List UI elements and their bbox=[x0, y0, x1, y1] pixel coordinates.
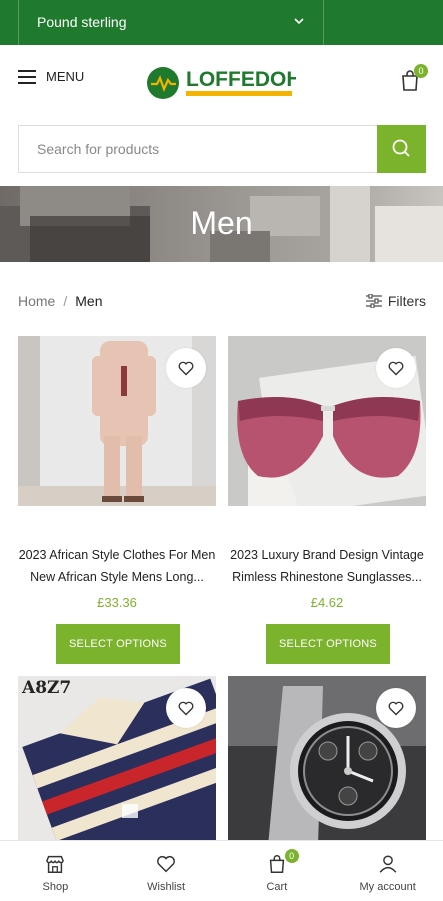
select-options-button[interactable]: SELECT OPTIONS bbox=[266, 624, 390, 664]
cart-count-badge: 0 bbox=[284, 849, 299, 863]
search-button[interactable] bbox=[377, 125, 426, 173]
heart-icon bbox=[178, 701, 194, 715]
product-image[interactable] bbox=[228, 336, 426, 506]
product-image[interactable] bbox=[228, 676, 426, 846]
nav-cart[interactable]: 0 Cart bbox=[222, 841, 333, 901]
nav-label: My account bbox=[359, 881, 416, 893]
filters-label: Filters bbox=[387, 293, 426, 309]
breadcrumb-current: Men bbox=[75, 293, 103, 309]
site-header: MENU LOFFEDOH 0 bbox=[0, 45, 443, 115]
product-price: £4.62 bbox=[310, 595, 344, 610]
product-title-line: 2023 African Style Clothes For Men bbox=[18, 548, 216, 562]
search-icon bbox=[392, 139, 410, 157]
nav-wishlist[interactable]: Wishlist bbox=[111, 841, 222, 901]
user-icon bbox=[379, 855, 396, 873]
heart-icon bbox=[388, 701, 404, 715]
breadcrumb-separator: / bbox=[63, 293, 68, 309]
category-hero: Men bbox=[0, 186, 443, 262]
product-brand-mark: A8Z7 bbox=[22, 678, 72, 698]
product-image[interactable]: A8Z7 bbox=[18, 676, 216, 846]
nav-label: Cart bbox=[266, 881, 288, 893]
nav-shop[interactable]: Shop bbox=[0, 841, 111, 901]
heart-icon bbox=[178, 361, 194, 375]
wishlist-button[interactable] bbox=[376, 688, 416, 728]
product-title-line: Rimless Rhinestone Sunglasses... bbox=[232, 570, 422, 584]
search-input[interactable] bbox=[19, 126, 377, 172]
svg-text:LOFFEDOH: LOFFEDOH bbox=[186, 68, 296, 91]
heart-icon bbox=[388, 361, 404, 375]
currency-selector[interactable]: Pound sterling bbox=[18, 0, 324, 45]
menu-button[interactable]: MENU bbox=[18, 69, 84, 84]
shop-icon bbox=[46, 855, 65, 873]
product-title-line: 2023 Luxury Brand Design Vintage bbox=[230, 548, 424, 562]
filter-sliders-icon bbox=[365, 294, 382, 308]
product-title[interactable]: 2023 Luxury Brand Design Vintage Rimless… bbox=[222, 544, 432, 588]
menu-label: MENU bbox=[46, 69, 85, 84]
select-options-button[interactable]: SELECT OPTIONS bbox=[56, 624, 180, 664]
top-bar: Pound sterling bbox=[0, 0, 443, 45]
search-bar bbox=[18, 125, 426, 173]
nav-label: Shop bbox=[42, 881, 69, 893]
wishlist-button[interactable] bbox=[376, 348, 416, 388]
product-image[interactable] bbox=[18, 336, 216, 506]
nav-my-account[interactable]: My account bbox=[332, 841, 443, 901]
wishlist-button[interactable] bbox=[166, 348, 206, 388]
breadcrumb: Home / Men bbox=[18, 293, 102, 309]
filters-button[interactable]: Filters bbox=[365, 293, 426, 309]
cart-count-badge: 0 bbox=[414, 64, 428, 78]
product-title[interactable]: 2023 African Style Clothes For Men New A… bbox=[12, 544, 222, 588]
hero-title: Men bbox=[190, 205, 253, 241]
product-title-line: New African Style Mens Long... bbox=[30, 570, 204, 584]
wishlist-button[interactable] bbox=[166, 688, 206, 728]
product-price: £33.36 bbox=[97, 595, 137, 610]
heart-icon bbox=[157, 855, 176, 873]
hamburger-icon bbox=[18, 69, 36, 84]
currency-label: Pound sterling bbox=[37, 14, 127, 30]
nav-label: Wishlist bbox=[147, 881, 186, 893]
site-logo[interactable]: LOFFEDOH bbox=[146, 64, 302, 102]
bottom-navigation: Shop Wishlist 0 Cart My account bbox=[0, 840, 443, 901]
breadcrumb-home-link[interactable]: Home bbox=[18, 293, 55, 309]
chevron-down-icon bbox=[293, 0, 305, 45]
header-cart-button[interactable]: 0 bbox=[400, 64, 428, 91]
